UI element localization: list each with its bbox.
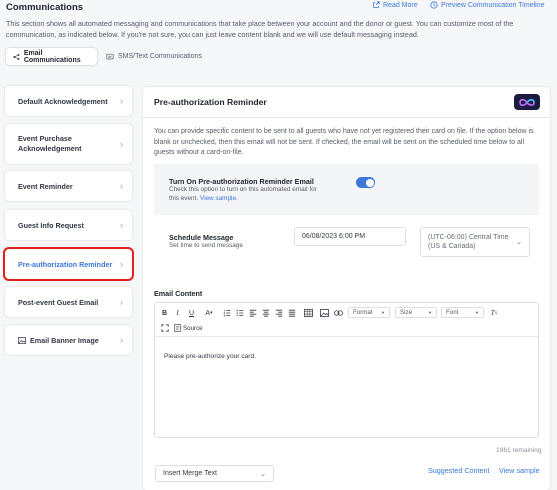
chevron-right-icon: › [120, 139, 123, 149]
sidebar-item-default-acknowledgement[interactable]: Default Acknowledgement › [5, 86, 132, 116]
sidebar-item-guest-info-request[interactable]: Guest Info Request › [5, 210, 132, 240]
sidebar-item-label: Email Banner Image [30, 335, 99, 345]
brand-logo [514, 94, 540, 110]
preview-timeline-label: Preview Communication Timeline [441, 1, 545, 9]
chevron-right-icon: › [120, 96, 123, 106]
read-more-link[interactable]: Read More [372, 1, 418, 9]
align-right-icon[interactable] [274, 308, 283, 318]
schedule-datetime-input[interactable]: 06/08/2023 6:00 PM [294, 227, 406, 246]
sidebar-item-label-wrap: Email Banner Image [18, 336, 99, 345]
sidebar-item-event-reminder[interactable]: Event Reminder › [5, 171, 132, 201]
tab-sms-communications[interactable]: SMS/Text Communications [99, 48, 209, 65]
sidebar-item-label: Post-event Guest Email [18, 297, 99, 307]
panel-divider [143, 117, 550, 118]
chevron-down-icon: ⌄ [260, 470, 266, 478]
chevron-right-icon: › [120, 335, 123, 345]
panel-description: You can provide specific content to be s… [154, 128, 534, 157]
timezone-value: (UTC-06:00) Central Time (US & Canada) [428, 233, 509, 252]
chevron-right-icon: › [120, 220, 123, 230]
toggle-hint: Check this option to turn on this automa… [169, 186, 319, 203]
align-justify-icon[interactable] [287, 308, 296, 318]
table-icon[interactable] [303, 308, 313, 318]
sidebar-item-label: Guest Info Request [18, 220, 84, 230]
caret-down-icon: ▼ [428, 310, 432, 315]
preauth-reminder-toggle[interactable] [356, 177, 375, 188]
size-select[interactable]: Size ▼ [395, 307, 437, 318]
bold-icon[interactable]: B [160, 308, 169, 318]
page-title: Communications [6, 2, 84, 13]
source-label: Source [183, 324, 203, 332]
font-select[interactable]: Font ▼ [441, 307, 484, 318]
size-select-label: Size [400, 309, 413, 316]
toggle-hint-text: Check this option to turn on this automa… [169, 186, 317, 202]
merge-text-label: Insert Merge Text [163, 470, 217, 477]
sidebar-item-pre-authorization-reminder[interactable]: Pre-authorization Reminder › [3, 247, 134, 281]
link-icon[interactable] [333, 308, 343, 318]
email-content-label: Email Content [154, 289, 203, 298]
page-description: This section shows all automated messagi… [6, 19, 514, 39]
sidebar-item-label: Event Purchase Acknowledgement [18, 134, 82, 153]
panel-title: Pre-authorization Reminder [154, 97, 267, 107]
toolbar-divider [155, 336, 538, 337]
tab-sms-label: SMS/Text Communications [118, 53, 203, 60]
insert-merge-text-select[interactable]: Insert Merge Text ⌄ [155, 465, 274, 482]
chevron-right-icon: › [120, 181, 123, 191]
format-select-label: Format [353, 309, 373, 316]
maximize-icon[interactable] [160, 323, 169, 333]
timezone-line2: (US & Canada) [428, 243, 476, 250]
external-link-icon [373, 1, 380, 8]
align-left-icon[interactable] [248, 308, 257, 318]
timezone-line1: (UTC-06:00) Central Time [428, 233, 509, 241]
tab-email-label: Email Communications [23, 49, 81, 64]
email-body-text[interactable]: Please pre-authorize your card. [164, 353, 256, 360]
text-color-icon[interactable]: A ▾ [202, 308, 216, 318]
clear-format-icon[interactable]: Tx [489, 308, 499, 318]
source-icon [174, 324, 181, 332]
email-editor [154, 302, 539, 438]
infinity-logo-icon [519, 98, 535, 106]
sidebar-item-label: Pre-authorization Reminder [18, 259, 113, 269]
view-sample-link[interactable]: View sample. [200, 195, 238, 202]
align-center-icon[interactable] [261, 308, 270, 318]
tab-email-communications[interactable]: Email Communications [6, 48, 97, 65]
image-icon [18, 336, 26, 344]
insert-image-icon[interactable] [319, 308, 329, 318]
sidebar-item-label: Event Reminder [18, 181, 73, 191]
sidebar-item-post-event-guest-email[interactable]: Post-event Guest Email › [5, 287, 132, 317]
clock-icon [430, 1, 438, 9]
timezone-select[interactable]: (UTC-06:00) Central Time (US & Canada) ⌄ [420, 227, 530, 257]
caret-down-icon: ▼ [475, 310, 479, 315]
read-more-label: Read More [383, 1, 418, 9]
sidebar-item-label: Default Acknowledgement [18, 96, 108, 106]
chevron-right-icon: › [120, 297, 123, 307]
source-button[interactable]: Source [174, 323, 203, 333]
suggested-content-link[interactable]: Suggested Content [428, 466, 490, 475]
toggle-title: Turn On Pre-authorization Reminder Email [169, 177, 314, 186]
caret-down-icon: ▼ [381, 310, 385, 315]
share-icon [13, 53, 20, 60]
bullet-list-icon[interactable] [235, 308, 244, 318]
sidebar-item-event-purchase-acknowledgement[interactable]: Event Purchase Acknowledgement › [5, 124, 132, 164]
preview-timeline-link[interactable]: Preview Communication Timeline [430, 1, 544, 9]
underline-icon[interactable]: U [187, 308, 196, 318]
remaining-count: 1961 remaining [496, 447, 542, 454]
ordered-list-icon[interactable] [222, 308, 231, 318]
format-select[interactable]: Format ▼ [348, 307, 390, 318]
view-sample-bottom-link[interactable]: View sample [499, 466, 540, 475]
chevron-down-icon: ⌄ [516, 239, 522, 246]
schedule-hint: Set time to send message [169, 242, 243, 249]
message-icon [106, 53, 114, 59]
font-select-label: Font [446, 309, 459, 316]
italic-icon[interactable]: I [173, 308, 182, 318]
sidebar-item-email-banner-image[interactable]: Email Banner Image › [5, 325, 132, 355]
schedule-title: Schedule Message [169, 233, 234, 242]
chevron-right-icon: › [120, 259, 123, 269]
